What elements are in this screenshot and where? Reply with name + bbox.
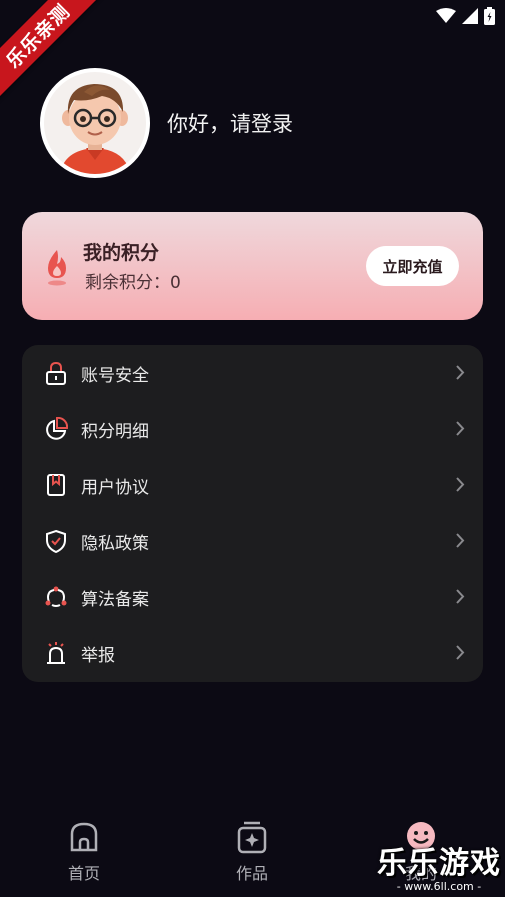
lock-icon — [46, 361, 66, 385]
menu-item-privacy-policy[interactable]: 隐私政策 — [22, 513, 483, 569]
chevron-right-icon — [456, 645, 465, 660]
points-remaining: 剩余积分：0 — [85, 273, 181, 293]
menu-item-label: 举报 — [81, 646, 115, 666]
brand-watermark-text: 乐乐游戏 — [377, 846, 501, 881]
alarm-siren-icon — [47, 642, 65, 664]
menu-item-label: 用户协议 — [81, 478, 149, 498]
shield-check-icon — [46, 529, 66, 553]
works-icon — [237, 821, 267, 854]
recharge-button[interactable]: 立即充值 — [366, 246, 459, 286]
menu-item-points-details[interactable]: 积分明细 — [22, 401, 483, 457]
battery-icon — [484, 7, 495, 25]
signal-icon — [462, 8, 478, 24]
menu-item-label: 账号安全 — [81, 366, 149, 386]
menu-item-label: 隐私政策 — [81, 534, 149, 554]
chevron-right-icon — [456, 533, 465, 548]
menu-item-account-security[interactable]: 账号安全 — [22, 345, 483, 401]
menu-item-label: 算法备案 — [81, 590, 149, 610]
chevron-right-icon — [456, 421, 465, 436]
avatar-cartoon-boy-icon — [44, 72, 146, 174]
nav-tab-works[interactable]: 作品 — [212, 820, 292, 890]
chevron-right-icon — [456, 589, 465, 604]
chevron-right-icon — [456, 477, 465, 492]
login-greeting-link[interactable]: 你好，请登录 — [167, 108, 293, 138]
nav-tab-label: 作品 — [235, 864, 268, 883]
nav-tab-label: 首页 — [67, 864, 100, 883]
chevron-right-icon — [456, 365, 465, 380]
settings-menu: 账号安全 积分明细 用户协议 隐私政策 算法备案 举报 — [22, 345, 483, 682]
menu-item-algorithm-filing[interactable]: 算法备案 — [22, 569, 483, 625]
brand-watermark: 乐乐游戏 - www.6ll.com - — [377, 838, 501, 893]
screen: 乐乐亲测 你好，请登录 我的积分 剩余积分：0 立即充值 账号安全 积分明细 用… — [0, 0, 505, 897]
flame-icon — [48, 250, 66, 286]
menu-item-user-agreement[interactable]: 用户协议 — [22, 457, 483, 513]
pie-chart-icon — [46, 417, 68, 440]
home-icon — [70, 822, 98, 852]
menu-item-report[interactable]: 举报 — [22, 625, 483, 681]
avatar[interactable] — [40, 68, 150, 178]
points-title: 我的积分 — [83, 242, 160, 264]
wifi-icon — [436, 8, 456, 23]
nav-tab-home[interactable]: 首页 — [44, 820, 124, 890]
points-card: 我的积分 剩余积分：0 立即充值 — [22, 212, 483, 320]
bookmark-document-icon — [47, 474, 65, 496]
menu-item-label: 积分明细 — [81, 422, 149, 442]
status-icons — [436, 7, 495, 25]
algorithm-nodes-icon — [45, 586, 67, 607]
